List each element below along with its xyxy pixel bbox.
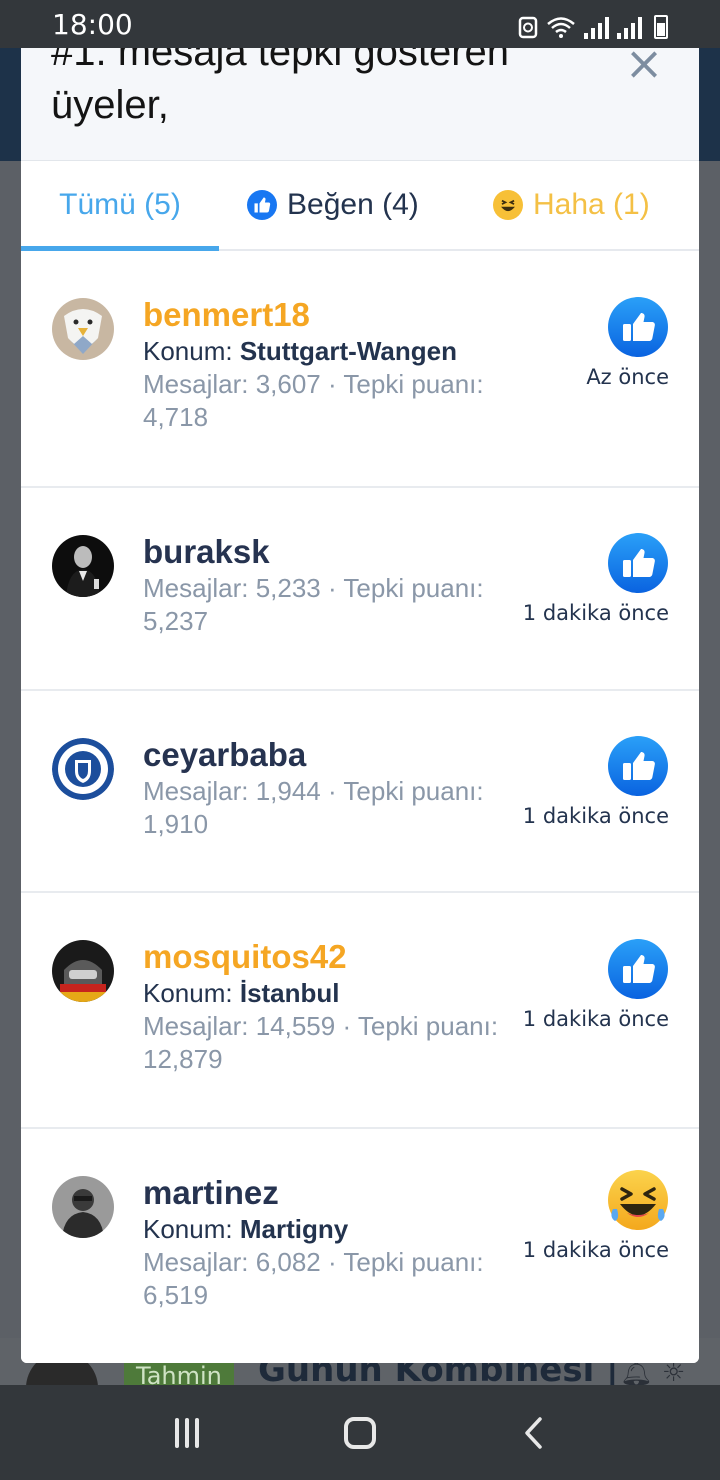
username-link[interactable]: benmert18 [143, 295, 523, 335]
reaction-time: 1 dakika önce [522, 804, 669, 828]
location-line: Konum: İstanbul [143, 977, 523, 1010]
reaction-column: 1 dakika önce [489, 1169, 669, 1263]
avatar[interactable] [52, 738, 114, 800]
home-button[interactable] [320, 1393, 400, 1473]
signal-1-icon [584, 15, 609, 39]
navigation-bar [0, 1385, 720, 1480]
username-link[interactable]: martinez [143, 1173, 523, 1213]
like-icon [608, 297, 668, 357]
member-info: mosquitos42 Konum: İstanbul Mesajlar: 14… [143, 937, 523, 1076]
avatar[interactable] [52, 298, 114, 360]
location-value: Martigny [239, 1214, 349, 1244]
tab-like-label: Beğen (4) [287, 188, 419, 221]
member-info: buraksk Mesajlar: 5,233 · Tepki puanı: 5… [143, 532, 523, 638]
member-stats: Mesajlar: 1,944 · Tepki puanı: 1,910 [143, 776, 484, 839]
back-icon [525, 1416, 543, 1449]
tab-all-label: Tümü (5) [59, 188, 181, 221]
reaction-time: Az önce [586, 365, 669, 389]
avatar[interactable] [52, 535, 114, 597]
tab-like[interactable]: Beğen (4) [247, 161, 419, 249]
status-bar: 18:00 [0, 0, 720, 48]
haha-icon [493, 190, 523, 220]
member-stats: Mesajlar: 6,082 · Tepki puanı: 6,519 [143, 1247, 484, 1310]
member-list: benmert18 Konum: Stuttgart-Wangen Mesajl… [21, 251, 699, 1363]
reaction-time: 1 dakika önce [522, 1007, 669, 1031]
reactions-modal: #1. mesaja tepki gösteren üyeler, × Tümü… [21, 48, 699, 1363]
status-icons [518, 9, 668, 39]
recent-apps-button[interactable] [147, 1393, 227, 1473]
list-item: mosquitos42 Konum: İstanbul Mesajlar: 14… [21, 893, 699, 1129]
member-info: benmert18 Konum: Stuttgart-Wangen Mesajl… [143, 295, 523, 434]
reaction-column: 1 dakika önce [489, 735, 669, 829]
close-icon[interactable]: × [621, 48, 667, 86]
data-saver-icon [518, 16, 538, 39]
like-icon [608, 533, 668, 593]
home-icon [343, 1416, 376, 1449]
battery-icon [654, 15, 668, 39]
tab-haha[interactable]: Haha (1) [493, 161, 650, 249]
list-item: buraksk Mesajlar: 5,233 · Tepki puanı: 5… [21, 488, 699, 691]
location-value: İstanbul [239, 978, 340, 1008]
wifi-icon [547, 17, 575, 38]
member-stats: Mesajlar: 14,559 · Tepki puanı: 12,879 [143, 1011, 499, 1074]
location-value: Stuttgart-Wangen [239, 336, 457, 366]
location-line: Konum: Martigny [143, 1213, 523, 1246]
member-stats: Mesajlar: 3,607 · Tepki puanı: 4,718 [143, 369, 484, 432]
reaction-column: 1 dakika önce [489, 532, 669, 626]
modal-header: #1. mesaja tepki gösteren üyeler, × [21, 48, 699, 161]
back-button[interactable] [493, 1393, 573, 1473]
modal-title: #1. mesaja tepki gösteren üyeler, [51, 48, 510, 127]
list-item: ceyarbaba Mesajlar: 1,944 · Tepki puanı:… [21, 691, 699, 893]
signal-2-icon [617, 15, 642, 39]
location-label: Konum: [143, 978, 233, 1008]
member-stats: Mesajlar: 5,233 · Tepki puanı: 5,237 [143, 573, 484, 636]
username-link[interactable]: mosquitos42 [143, 937, 523, 977]
avatar[interactable] [52, 940, 114, 1002]
haha-icon [608, 1170, 668, 1230]
reaction-time: 1 dakika önce [522, 1238, 669, 1262]
list-item: benmert18 Konum: Stuttgart-Wangen Mesajl… [21, 251, 699, 488]
location-label: Konum: [143, 1214, 233, 1244]
tab-all[interactable]: Tümü (5) [21, 161, 219, 251]
reaction-tabs: Tümü (5) Beğen (4) Haha (1) [21, 161, 699, 251]
username-link[interactable]: ceyarbaba [143, 735, 523, 775]
member-info: ceyarbaba Mesajlar: 1,944 · Tepki puanı:… [143, 735, 523, 841]
like-icon [608, 939, 668, 999]
location-label: Konum: [143, 336, 233, 366]
avatar[interactable] [52, 1176, 114, 1238]
username-link[interactable]: buraksk [143, 532, 523, 572]
tab-haha-label: Haha (1) [533, 188, 650, 221]
status-time: 18:00 [52, 7, 133, 41]
reaction-column: Az önce [489, 296, 669, 390]
recent-apps-icon [174, 1417, 199, 1448]
reaction-time: 1 dakika önce [522, 601, 669, 625]
member-info: martinez Konum: Martigny Mesajlar: 6,082… [143, 1173, 523, 1312]
list-item: martinez Konum: Martigny Mesajlar: 6,082… [21, 1129, 699, 1363]
reaction-column: 1 dakika önce [489, 938, 669, 1032]
like-icon [247, 190, 277, 220]
like-icon [608, 736, 668, 796]
location-line: Konum: Stuttgart-Wangen [143, 335, 523, 368]
